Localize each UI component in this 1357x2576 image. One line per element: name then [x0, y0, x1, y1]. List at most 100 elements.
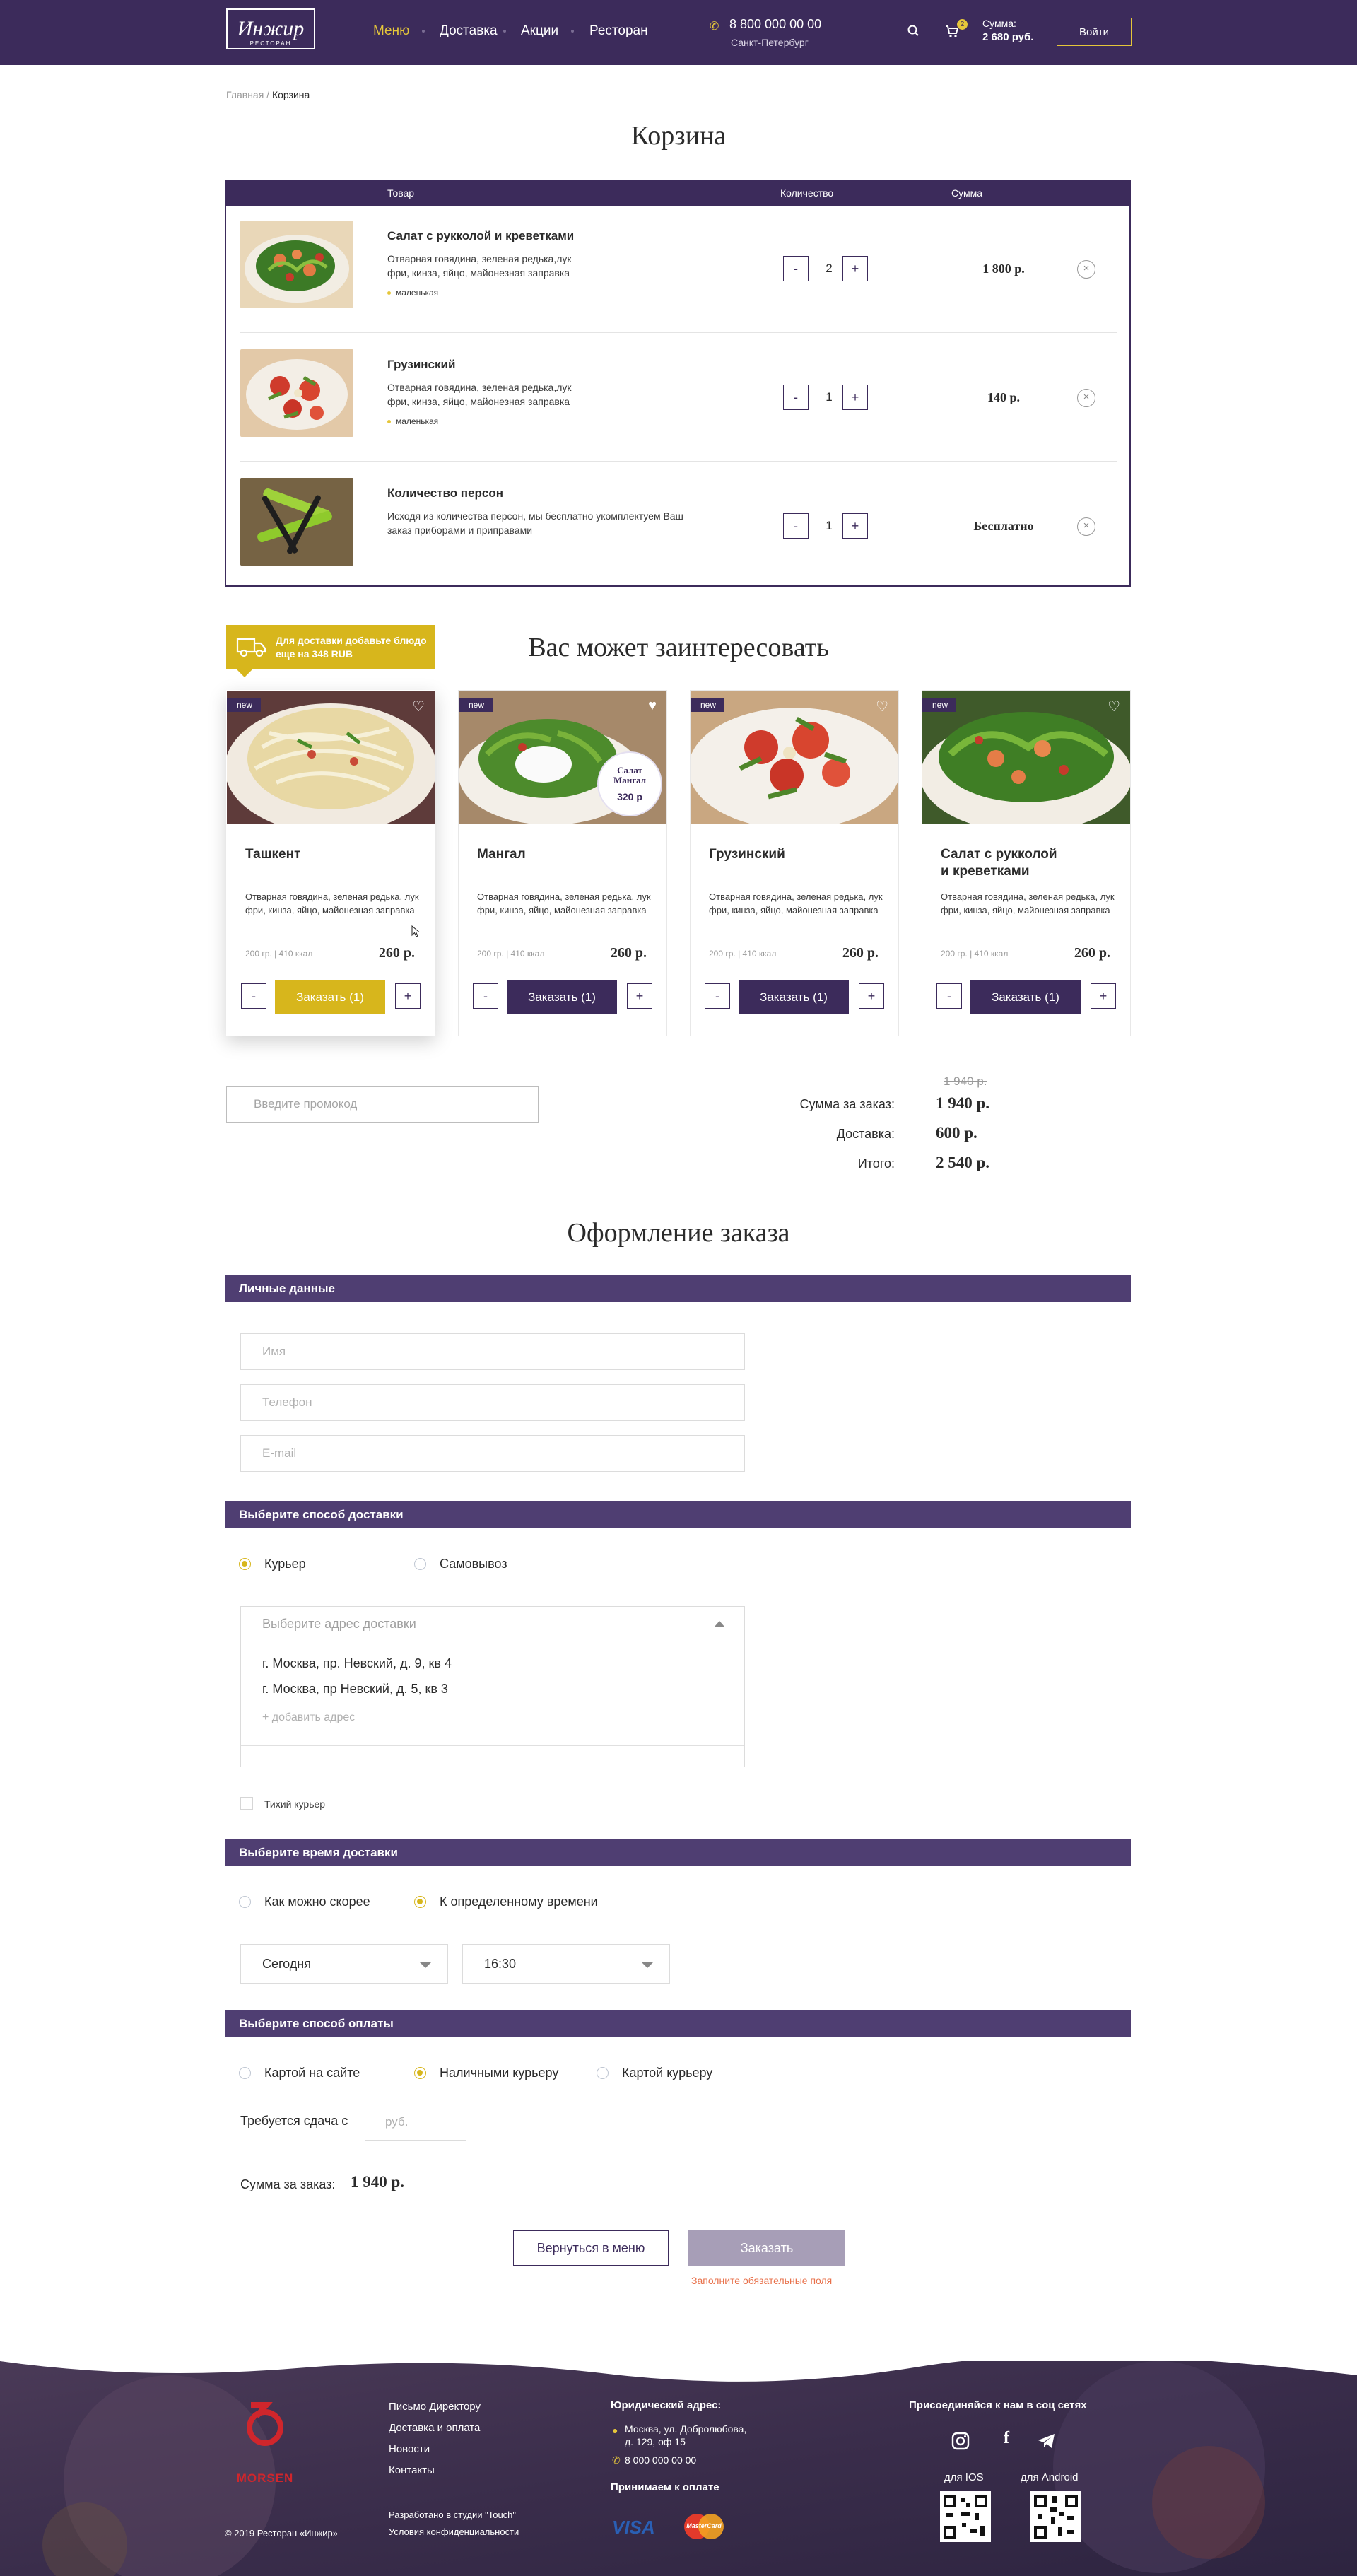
- instagram-icon[interactable]: [951, 2432, 970, 2450]
- card-plus-button[interactable]: +: [395, 983, 421, 1009]
- sticker-price: 320 р: [617, 791, 642, 802]
- address-option[interactable]: г. Москва, пр. Невский, д. 9, кв 4: [262, 1656, 452, 1671]
- card-description: Отварная говядина, зеленая редька, лук ф…: [941, 891, 1115, 915]
- quiet-courier-checkbox[interactable]: [240, 1797, 253, 1810]
- card-order-button[interactable]: Заказать (1): [970, 980, 1081, 1014]
- qr-code-android[interactable]: [1030, 2491, 1081, 2542]
- card-name[interactable]: Ташкент: [245, 846, 422, 863]
- favorite-heart-icon[interactable]: ♡: [1108, 698, 1120, 715]
- footer-link-news[interactable]: Новости: [389, 2443, 430, 2455]
- row-divider: [240, 332, 1117, 333]
- submit-order-button[interactable]: Заказать: [688, 2230, 845, 2266]
- product-card[interactable]: new ♡ Ташкент Отварная говядина, зеленая…: [226, 690, 435, 1036]
- facebook-icon[interactable]: f: [1004, 2429, 1009, 2448]
- footer-phone[interactable]: 8 000 000 00 00: [625, 2454, 696, 2466]
- header-sum-label: Сумма:: [982, 18, 1016, 29]
- add-address-link[interactable]: + добавить адрес: [262, 1711, 355, 1724]
- card-order-button[interactable]: Заказать (1): [739, 980, 849, 1014]
- remove-item-icon[interactable]: ×: [1077, 260, 1095, 279]
- card-minus-button[interactable]: -: [241, 983, 266, 1009]
- nav-menu[interactable]: Меню: [373, 23, 409, 39]
- quantity-minus-button[interactable]: -: [783, 513, 809, 539]
- name-input[interactable]: [240, 1333, 745, 1370]
- telegram-icon[interactable]: [1038, 2433, 1056, 2449]
- card-price: 260 р.: [842, 945, 879, 961]
- logo[interactable]: Инжир РЕСТОРАН: [226, 8, 315, 49]
- footer-link-director[interactable]: Письмо Директору: [389, 2401, 481, 2413]
- remove-item-icon[interactable]: ×: [1077, 517, 1095, 536]
- favorite-heart-icon[interactable]: ♡: [876, 698, 888, 715]
- quantity-value: 2: [826, 262, 833, 275]
- old-total: 1 940 р.: [944, 1075, 987, 1088]
- nav-restaurant[interactable]: Ресторан: [589, 23, 648, 39]
- back-to-menu-button[interactable]: Вернуться в меню: [513, 2230, 669, 2266]
- card-minus-button[interactable]: -: [936, 983, 962, 1009]
- product-card[interactable]: new ♡ Салат с рукколой и креветками Отва…: [922, 690, 1131, 1036]
- product-description: Отварная говядина, зеленая редька,лук фр…: [387, 253, 572, 279]
- product-size-tag: маленькая: [387, 288, 438, 298]
- chevron-up-icon[interactable]: [715, 1621, 724, 1627]
- nav-promotions[interactable]: Акции: [521, 23, 558, 39]
- remove-item-icon[interactable]: ×: [1077, 389, 1095, 407]
- card-plus-button[interactable]: +: [1091, 983, 1116, 1009]
- card-plus-button[interactable]: +: [627, 983, 652, 1009]
- social-title: Присоединяйся к нам в соц сетях: [909, 2399, 1087, 2411]
- card-minus-button[interactable]: -: [473, 983, 498, 1009]
- product-card[interactable]: new ♡ Грузинский Отварная говядина, зеле…: [690, 690, 899, 1036]
- quantity-minus-button[interactable]: -: [783, 256, 809, 281]
- footer-link-delivery[interactable]: Доставка и оплата: [389, 2422, 480, 2434]
- email-input[interactable]: [240, 1435, 745, 1472]
- card-minus-button[interactable]: -: [705, 983, 730, 1009]
- footer-studio[interactable]: Разработано в студии "Touch": [389, 2510, 516, 2520]
- change-amount-input[interactable]: [365, 2104, 466, 2141]
- quantity-plus-button[interactable]: +: [842, 385, 868, 410]
- nav-delivery[interactable]: Доставка: [440, 23, 498, 39]
- quiet-courier-label: Тихий курьер: [264, 1798, 326, 1810]
- footer-link-contacts[interactable]: Контакты: [389, 2464, 435, 2476]
- legal-address-line1: Москва, ул. Добролюбова,: [625, 2423, 747, 2435]
- card-order-button[interactable]: Заказать (1): [275, 980, 385, 1014]
- breadcrumb-separator: /: [264, 89, 272, 100]
- card-name[interactable]: Грузинский: [709, 846, 886, 863]
- morsen-logo[interactable]: [228, 2402, 302, 2457]
- quantity-minus-button[interactable]: -: [783, 385, 809, 410]
- nav-dot: [422, 30, 425, 33]
- favorite-heart-icon[interactable]: ♥: [648, 698, 657, 714]
- card-name[interactable]: Салат с рукколой и креветками: [941, 846, 1068, 880]
- phone-input[interactable]: [240, 1384, 745, 1421]
- header-phone[interactable]: 8 800 000 00 00: [729, 17, 821, 32]
- product-name[interactable]: Салат с рукколой и креветками: [387, 229, 574, 243]
- login-button[interactable]: Войти: [1057, 18, 1132, 46]
- quantity-value: 1: [826, 519, 833, 532]
- card-plus-button[interactable]: +: [859, 983, 884, 1009]
- address-option[interactable]: г. Москва, пр Невский, д. 5, кв 3: [262, 1682, 448, 1697]
- favorite-heart-icon[interactable]: ♡: [412, 698, 425, 715]
- address-dropdown[interactable]: Выберите адрес доставки г. Москва, пр. Н…: [240, 1606, 745, 1767]
- breadcrumb-home[interactable]: Главная: [226, 89, 264, 100]
- product-description: Исходя из количества персон, мы бесплатн…: [387, 510, 683, 536]
- time-select[interactable]: 16:30: [462, 1944, 670, 1984]
- logo-text: Инжир: [237, 17, 305, 40]
- day-select[interactable]: Сегодня: [240, 1944, 448, 1984]
- card-price: 260 р.: [1074, 945, 1110, 961]
- radio-card-courier-label: Картой курьеру: [622, 2066, 713, 2080]
- quantity-plus-button[interactable]: +: [842, 256, 868, 281]
- promo-code-input[interactable]: [226, 1086, 539, 1123]
- quantity-value: 1: [826, 390, 833, 404]
- qr-code-ios[interactable]: [940, 2491, 991, 2542]
- required-fields-warning: Заполните обязательные поля: [691, 2275, 833, 2286]
- card-order-button[interactable]: Заказать (1): [507, 980, 617, 1014]
- section-personal-data: Личные данные: [225, 1275, 1131, 1302]
- product-card[interactable]: Салат Мангал 320 р new ♥ Мангал Отварная …: [458, 690, 667, 1036]
- product-price: Бесплатно: [973, 519, 1034, 533]
- search-icon[interactable]: [906, 23, 922, 39]
- section-delivery-method: Выберите способ доставки: [225, 1501, 1131, 1528]
- product-price: 1 800 р.: [982, 262, 1025, 276]
- card-name[interactable]: Мангал: [477, 846, 654, 863]
- quantity-plus-button[interactable]: +: [842, 513, 868, 539]
- product-name[interactable]: Грузинский: [387, 358, 455, 372]
- legal-address-title: Юридический адрес:: [611, 2399, 722, 2411]
- footer-privacy-link[interactable]: Условия конфиденциальности: [389, 2527, 519, 2537]
- legal-address-line2: д. 129, оф 15: [625, 2436, 686, 2447]
- delivery-cost-label: Доставка:: [836, 1127, 895, 1141]
